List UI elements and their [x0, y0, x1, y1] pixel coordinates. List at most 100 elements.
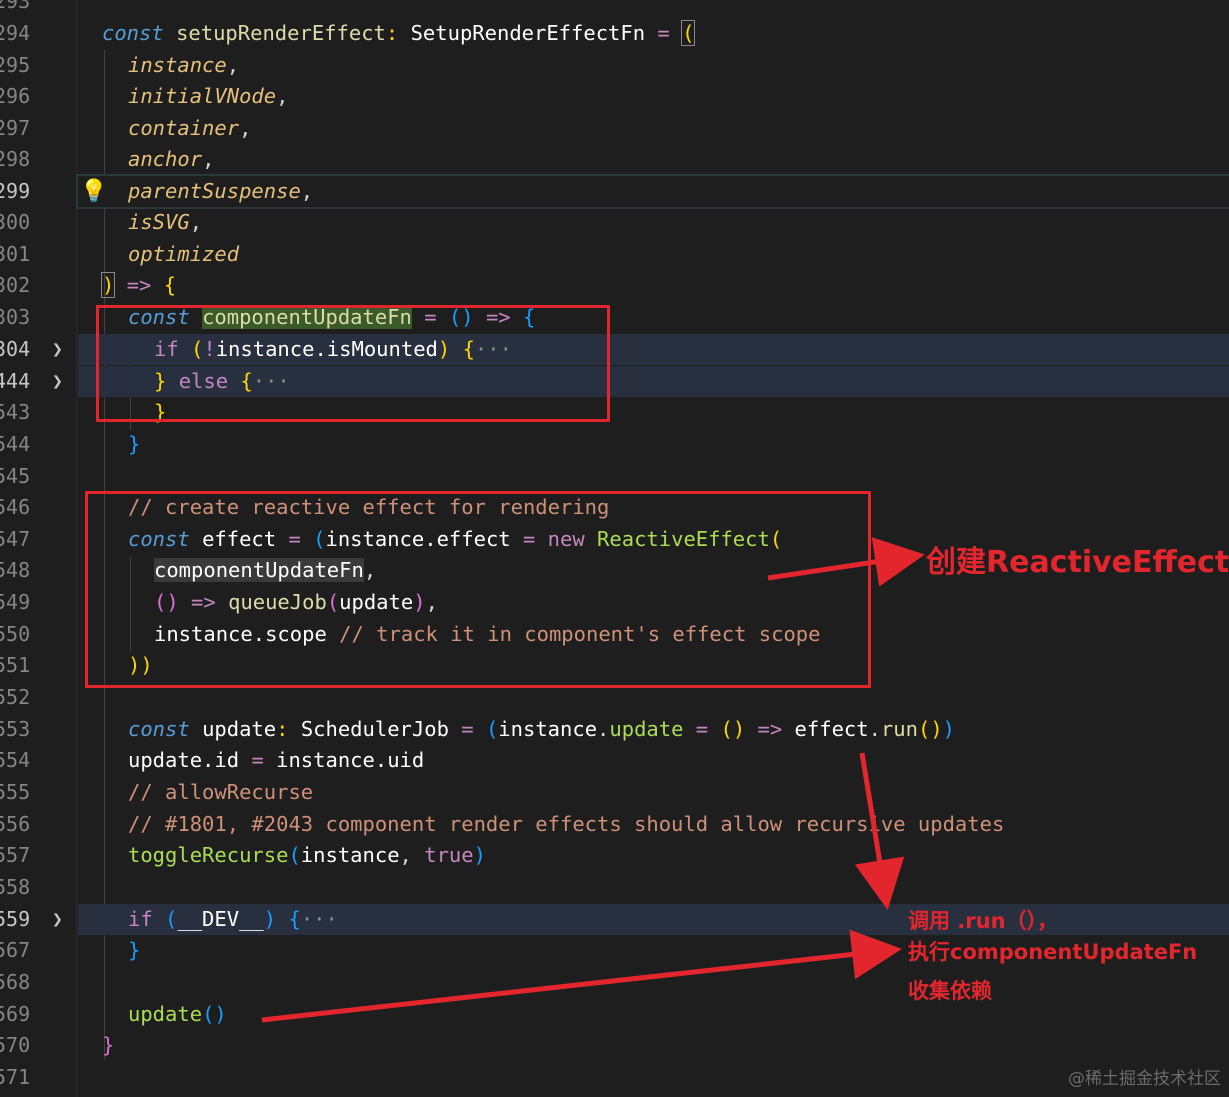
fn-toggleRecurse: toggleRecurse [128, 843, 289, 867]
chevron-right-icon[interactable]: ❯ [52, 366, 68, 397]
dot: . [597, 717, 610, 741]
comma: , [300, 179, 314, 203]
param-container: container [128, 116, 240, 140]
param-instance: instance [128, 53, 227, 77]
dot: . [868, 717, 881, 741]
line-number-row: 568 [0, 967, 76, 998]
code-line-295: instance, [0, 50, 1229, 81]
keyword-if: if [128, 907, 153, 931]
code-line-544: } [0, 429, 1229, 460]
code-line-553: const update: SchedulerJob = (instance.u… [0, 714, 1229, 745]
line-number: 293 [0, 0, 31, 13]
call-parens: () [202, 1002, 227, 1026]
param-optimized: optimized [128, 242, 240, 266]
paren-close: ) [473, 843, 486, 867]
annotation-run-line2: 执行componentUpdateFn [908, 940, 1198, 964]
watermark: @稀土掘金技术社区 [1068, 1069, 1221, 1089]
line-number-row: 304 ❯ [0, 334, 76, 365]
comma: , [226, 53, 240, 77]
arg-instance: instance [300, 843, 400, 867]
chevron-right-icon[interactable]: ❯ [52, 904, 68, 935]
keyword-const: const [102, 21, 164, 45]
comma: , [202, 147, 215, 171]
code-line-296: initialVNode, [0, 81, 1229, 112]
line-number-row: 552 [0, 682, 76, 713]
expr-instance: instance [498, 717, 598, 741]
paren-open: ( [288, 843, 301, 867]
expr-update-id: update.id [128, 748, 240, 772]
line-number-row: 558 [0, 872, 76, 903]
type-SchedulerJob: SchedulerJob [300, 717, 449, 741]
code-line-557: toggleRecurse(instance, true) [0, 840, 1229, 871]
line-number: 571 [0, 1065, 31, 1089]
code-line-301: optimized [0, 239, 1229, 270]
line-number: 559 [0, 907, 31, 931]
line-number: 552 [0, 685, 31, 709]
param-initialVNode: initialVNode [128, 84, 277, 108]
line-number: 444 [0, 369, 31, 393]
method-run: run [880, 717, 918, 741]
identifier-update: update [202, 717, 277, 741]
line-number-row: 559 ❯ [0, 904, 76, 935]
brace-close: } [102, 1033, 115, 1057]
comment: // #1801, #2043 component render effects… [128, 812, 1005, 836]
literal-true: true [424, 843, 474, 867]
bracket-open: ( [681, 20, 696, 46]
arrow: => [757, 717, 783, 741]
operator-eq: = [657, 21, 670, 45]
brace-close: } [128, 938, 141, 962]
comma: , [189, 210, 203, 234]
call-parens: () [917, 717, 943, 741]
paren-close: ) [942, 717, 956, 741]
highlight-box-componentUpdateFn [96, 305, 610, 422]
code-line-298: anchor, [0, 144, 1229, 175]
identifier-setupRenderEffect: setupRenderEffect [176, 21, 386, 45]
line-number-row: 571 [0, 1062, 76, 1093]
param-isSVG: isSVG [128, 210, 190, 234]
code-line-555: // allowRecurse [0, 777, 1229, 808]
colon: : [385, 21, 399, 45]
bracket-close: ) [100, 272, 116, 298]
line-number-row: 545 [0, 461, 76, 492]
expr-effect: effect [794, 717, 869, 741]
code-line-569: update() [0, 999, 1229, 1030]
operator-eq: = [251, 748, 264, 772]
colon: : [276, 717, 289, 741]
chevron-right-icon[interactable]: ❯ [52, 334, 68, 365]
paren-open: ( [485, 717, 499, 741]
type-SetupRenderEffectFn: SetupRenderEffectFn [410, 21, 646, 45]
line-number: 545 [0, 464, 31, 488]
param-parentSuspense: parentSuspense [128, 179, 301, 203]
comma: , [276, 84, 289, 108]
code-editor[interactable]: 293 294 295 296 297 298 299 300 301 302 303 304 ❯ 444… [0, 0, 1229, 1097]
code-line-299: 💡 parentSuspense, [76, 174, 1229, 209]
folded-ellipsis[interactable]: ··· [301, 907, 338, 931]
code-line-300: isSVG, [0, 207, 1229, 238]
prop-update: update [609, 717, 684, 741]
fn-update: update [128, 1002, 203, 1026]
paren-open: ( [165, 907, 178, 931]
parens: () [720, 717, 746, 741]
lightbulb-icon[interactable]: 💡 [80, 176, 107, 207]
code-line-294: const setupRenderEffect: SetupRenderEffe… [0, 18, 1229, 49]
expr-instance-uid: instance.uid [276, 748, 425, 772]
comma: , [399, 843, 412, 867]
comment: // allowRecurse [128, 780, 314, 804]
line-number-row: 293 [0, 0, 76, 17]
annotation-run-line1: 调用 .run（）， [908, 909, 1059, 933]
brace-close: } [128, 432, 141, 456]
comma: , [239, 116, 252, 140]
line-number: 558 [0, 875, 31, 899]
expr-dev: __DEV__ [177, 907, 264, 931]
operator-eq: = [461, 717, 474, 741]
code-line-297: container, [0, 113, 1229, 144]
code-line-570: } [0, 1030, 1229, 1061]
paren-close: ) [263, 907, 277, 931]
code-line-556: // #1801, #2043 component render effects… [0, 809, 1229, 840]
code-line-302: ) => { [0, 270, 1229, 301]
keyword-const: const [128, 717, 190, 741]
param-anchor: anchor [128, 147, 203, 171]
brace-open: { [163, 273, 177, 297]
arrow: => [126, 273, 152, 297]
operator-eq: = [695, 717, 709, 741]
